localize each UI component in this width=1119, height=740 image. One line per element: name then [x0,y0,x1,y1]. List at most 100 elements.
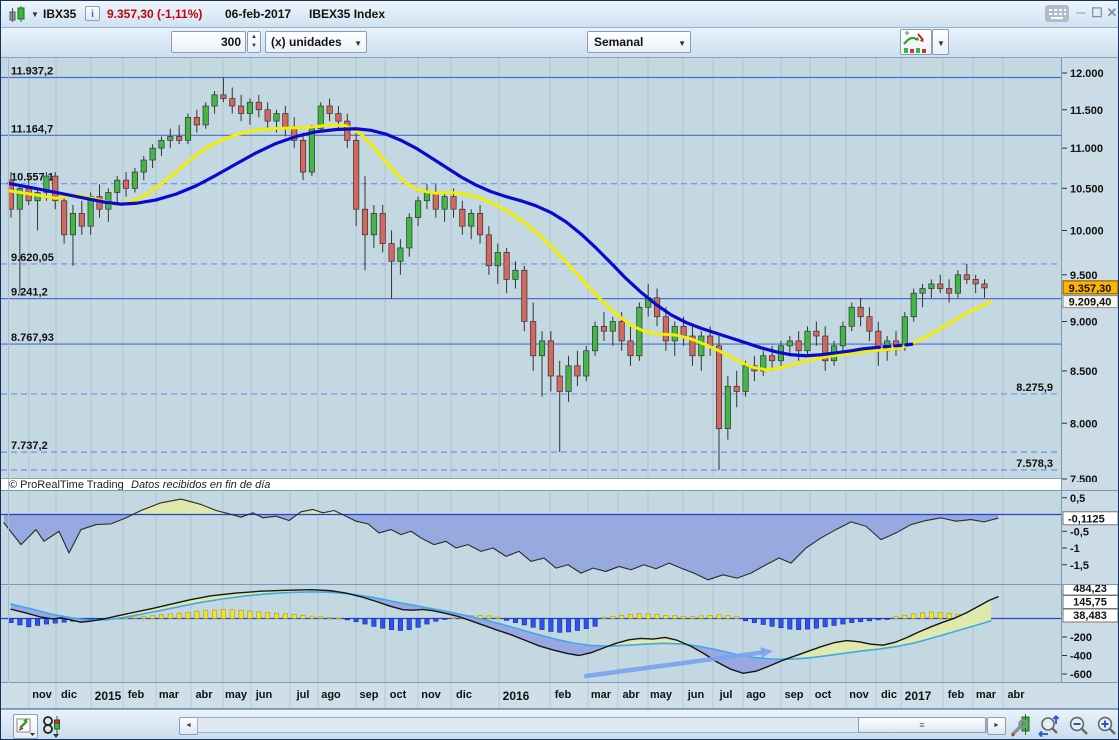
application-window: ▼ IBX35 i 9.357,30 (-1,11%) 06-feb-2017 … [0,0,1119,740]
new-order-icon[interactable] [13,714,38,739]
indicator-settings-icon[interactable] [1009,714,1033,738]
svg-text:-400: -400 [1070,651,1092,663]
svg-text:11.000: 11.000 [1070,143,1103,155]
symbol-label[interactable]: IBX35 [43,1,76,27]
price-chart[interactable]: 11.937,211.164,710.557,19.620,059.241,28… [1,58,1061,478]
svg-text:7.737,2: 7.737,2 [11,440,48,452]
svg-text:8.500: 8.500 [1070,366,1098,378]
month-label: abr [622,689,639,701]
zoom-in-icon[interactable] [1095,714,1119,738]
spinner-down-icon[interactable]: ▼ [248,42,260,51]
macd-axis[interactable]: -200 -400 -600 484,23 145,7538,483 [1062,585,1119,682]
year-label: 2015 [95,689,122,703]
svg-text:11.500: 11.500 [1070,105,1103,117]
svg-text:8.767,93: 8.767,93 [11,332,54,344]
month-label: dic [61,689,77,701]
symbol-dropdown-icon[interactable]: ▼ [31,10,39,19]
info-icon[interactable]: i [85,6,100,21]
month-label: nov [32,689,52,701]
macd-chart[interactable] [1,585,1061,682]
chevron-down-icon: ▼ [937,39,945,48]
svg-text:484,23: 484,23 [1073,585,1107,595]
minimize-button[interactable]: ─ [1074,2,1088,24]
month-label: sep [360,689,379,701]
timeframe-value: Semanal [594,35,643,49]
month-label: nov [849,689,869,701]
candle-config-icon[interactable] [41,714,65,738]
maximize-button[interactable]: ☐ [1090,2,1104,24]
chart-style-button[interactable] [900,29,932,55]
svg-text:10.000: 10.000 [1070,225,1104,237]
month-label: oct [390,689,407,701]
month-label: jun [256,689,273,701]
svg-text:9.209,40: 9.209,40 [1069,297,1112,309]
month-label: jul [297,689,310,701]
month-label: dic [456,689,472,701]
instrument-candle-icon[interactable] [9,6,29,23]
month-label: nov [421,689,441,701]
month-label: feb [948,689,965,701]
units-mode-value: (x) unidades [271,35,342,49]
time-axis[interactable]: novdic2015febmarabrmayjunjulagosepoctnov… [1,683,1119,708]
chart-left-edge [8,58,9,708]
chevron-down-icon[interactable]: ▼ [354,39,362,48]
svg-text:7.500: 7.500 [1070,474,1098,482]
close-button[interactable]: ✕ [1105,2,1119,24]
svg-text:-600: -600 [1070,669,1092,681]
svg-text:11.937,2: 11.937,2 [11,66,53,78]
svg-text:9.500: 9.500 [1070,270,1098,282]
month-label: ago [746,689,766,701]
svg-text:11.164,7: 11.164,7 [11,123,53,135]
instrument-name: IBEX35 Index [309,1,385,27]
svg-text:-200: -200 [1070,632,1092,644]
panel-divider [1,584,1119,585]
svg-text:-1,5: -1,5 [1070,560,1089,572]
month-label: jul [720,689,733,701]
zoom-fit-icon[interactable] [1037,714,1063,738]
scroll-right-button[interactable]: ► [987,717,1006,735]
svg-text:38,483: 38,483 [1073,610,1107,622]
year-label: 2016 [503,689,530,703]
spinner-up-icon[interactable]: ▲ [248,32,260,42]
month-label: abr [1007,689,1024,701]
oscillator-chart[interactable] [1,491,1061,584]
units-mode-select[interactable]: (x) unidades ▼ [265,31,367,53]
price-axis[interactable]: 12.00011.50011.00010.50010.0009.5009.000… [1062,58,1119,482]
month-label: oct [815,689,832,701]
svg-text:9.620,05: 9.620,05 [11,252,54,264]
month-label: feb [128,689,145,701]
timeframe-select[interactable]: Semanal ▼ [587,31,691,53]
panel-divider [1,490,1119,491]
svg-text:-1: -1 [1070,543,1080,555]
svg-text:12.000: 12.000 [1070,68,1104,80]
bars-count-input[interactable] [171,31,246,53]
month-label: mar [591,689,611,701]
scrollbar-thumb[interactable]: ≡ [858,717,986,733]
svg-text:8.000: 8.000 [1070,418,1098,430]
svg-text:10.500: 10.500 [1070,183,1104,195]
month-label: ago [321,689,341,701]
svg-text:145,75: 145,75 [1073,597,1107,609]
bars-count-spinner[interactable]: ▲ ▼ [247,31,261,53]
svg-text:9.357,30: 9.357,30 [1069,283,1112,295]
year-label: 2017 [905,689,932,703]
month-label: mar [976,689,996,701]
svg-text:7.578,3: 7.578,3 [1016,458,1053,470]
month-label: may [650,689,672,701]
chart-style-dropdown[interactable]: ▼ [932,29,949,55]
oscillator-axis[interactable]: 0,5-0,5-1-1,5-0,1125 [1062,491,1119,584]
chart-style-icon [901,30,931,54]
svg-text:9.241,2: 9.241,2 [11,287,48,299]
svg-text:0,5: 0,5 [1070,493,1085,505]
keyboard-icon[interactable] [1045,5,1069,22]
month-label: abr [195,689,212,701]
scroll-left-button[interactable]: ◄ [179,717,198,735]
chart-toolbar: ▲ ▼ (x) unidades ▼ Semanal ▼ ▼ [1,28,1118,58]
zoom-out-icon[interactable] [1067,714,1091,738]
month-label: jun [688,689,705,701]
month-label: may [225,689,247,701]
svg-text:8.275,9: 8.275,9 [1016,382,1053,394]
axis-divider [1061,58,1062,708]
svg-text:-0,5: -0,5 [1070,526,1089,538]
chevron-down-icon[interactable]: ▼ [678,39,686,48]
